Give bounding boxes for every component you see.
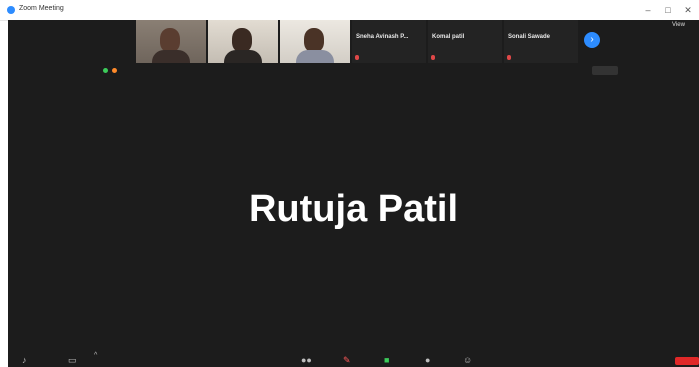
- participant-name: Komal patil: [432, 34, 465, 40]
- participant-video-tile[interactable]: [280, 20, 350, 63]
- status-dot-icon: [103, 68, 108, 73]
- participant-video-tile[interactable]: [208, 20, 278, 63]
- chevron-up-icon[interactable]: ^: [94, 351, 97, 361]
- active-speaker-name: Rutuja Patil: [248, 188, 459, 230]
- meeting-area: Sneha Avinash P... Komal patil Sonali Sa…: [8, 20, 699, 367]
- participant-name: Sonali Sawade: [508, 34, 551, 40]
- participant-figure: [152, 50, 190, 63]
- participant-figure: [224, 50, 262, 63]
- view-button[interactable]: View: [672, 22, 685, 28]
- participant-name-tile[interactable]: Komal patil: [428, 20, 502, 63]
- muted-mic-icon: [431, 55, 435, 60]
- next-page-arrow-icon[interactable]: ›: [584, 32, 600, 48]
- participant-video-tile[interactable]: [136, 20, 206, 63]
- mute-icon[interactable]: ♪: [22, 355, 27, 365]
- window-title: Zoom Meeting: [19, 5, 64, 12]
- title-bar: Zoom Meeting – □ ✕: [0, 0, 699, 21]
- chat-icon[interactable]: ✎: [343, 355, 351, 365]
- status-indicator: [103, 68, 121, 73]
- maximize-icon[interactable]: □: [661, 3, 675, 17]
- participant-name: Sneha Avinash P...: [356, 34, 409, 40]
- share-screen-icon[interactable]: ■: [384, 355, 389, 365]
- participant-figure: [304, 28, 324, 52]
- participant-name-tile[interactable]: Sneha Avinash P...: [352, 20, 426, 63]
- participant-figure: [232, 28, 252, 52]
- status-dot-icon: [112, 68, 117, 73]
- minimize-icon[interactable]: –: [641, 3, 655, 17]
- participant-figure: [296, 50, 334, 63]
- participant-strip: Sneha Avinash P... Komal patil Sonali Sa…: [136, 20, 578, 63]
- video-icon[interactable]: ▭: [68, 355, 77, 365]
- record-icon[interactable]: ●: [425, 355, 430, 365]
- reactions-icon[interactable]: ☺: [463, 355, 472, 365]
- muted-mic-icon: [355, 55, 359, 60]
- participant-figure: [160, 28, 180, 52]
- muted-mic-icon: [507, 55, 511, 60]
- participants-icon[interactable]: ●●: [301, 355, 312, 365]
- meeting-toolbar: ♪ ▭ ^ ●● ✎ ■ ● ☺: [8, 351, 699, 367]
- close-icon[interactable]: ✕: [681, 3, 695, 17]
- zoom-logo-icon: [7, 6, 15, 14]
- end-meeting-button[interactable]: [675, 357, 699, 365]
- participant-name-tile[interactable]: Sonali Sawade: [504, 20, 578, 63]
- stop-button[interactable]: [592, 66, 618, 75]
